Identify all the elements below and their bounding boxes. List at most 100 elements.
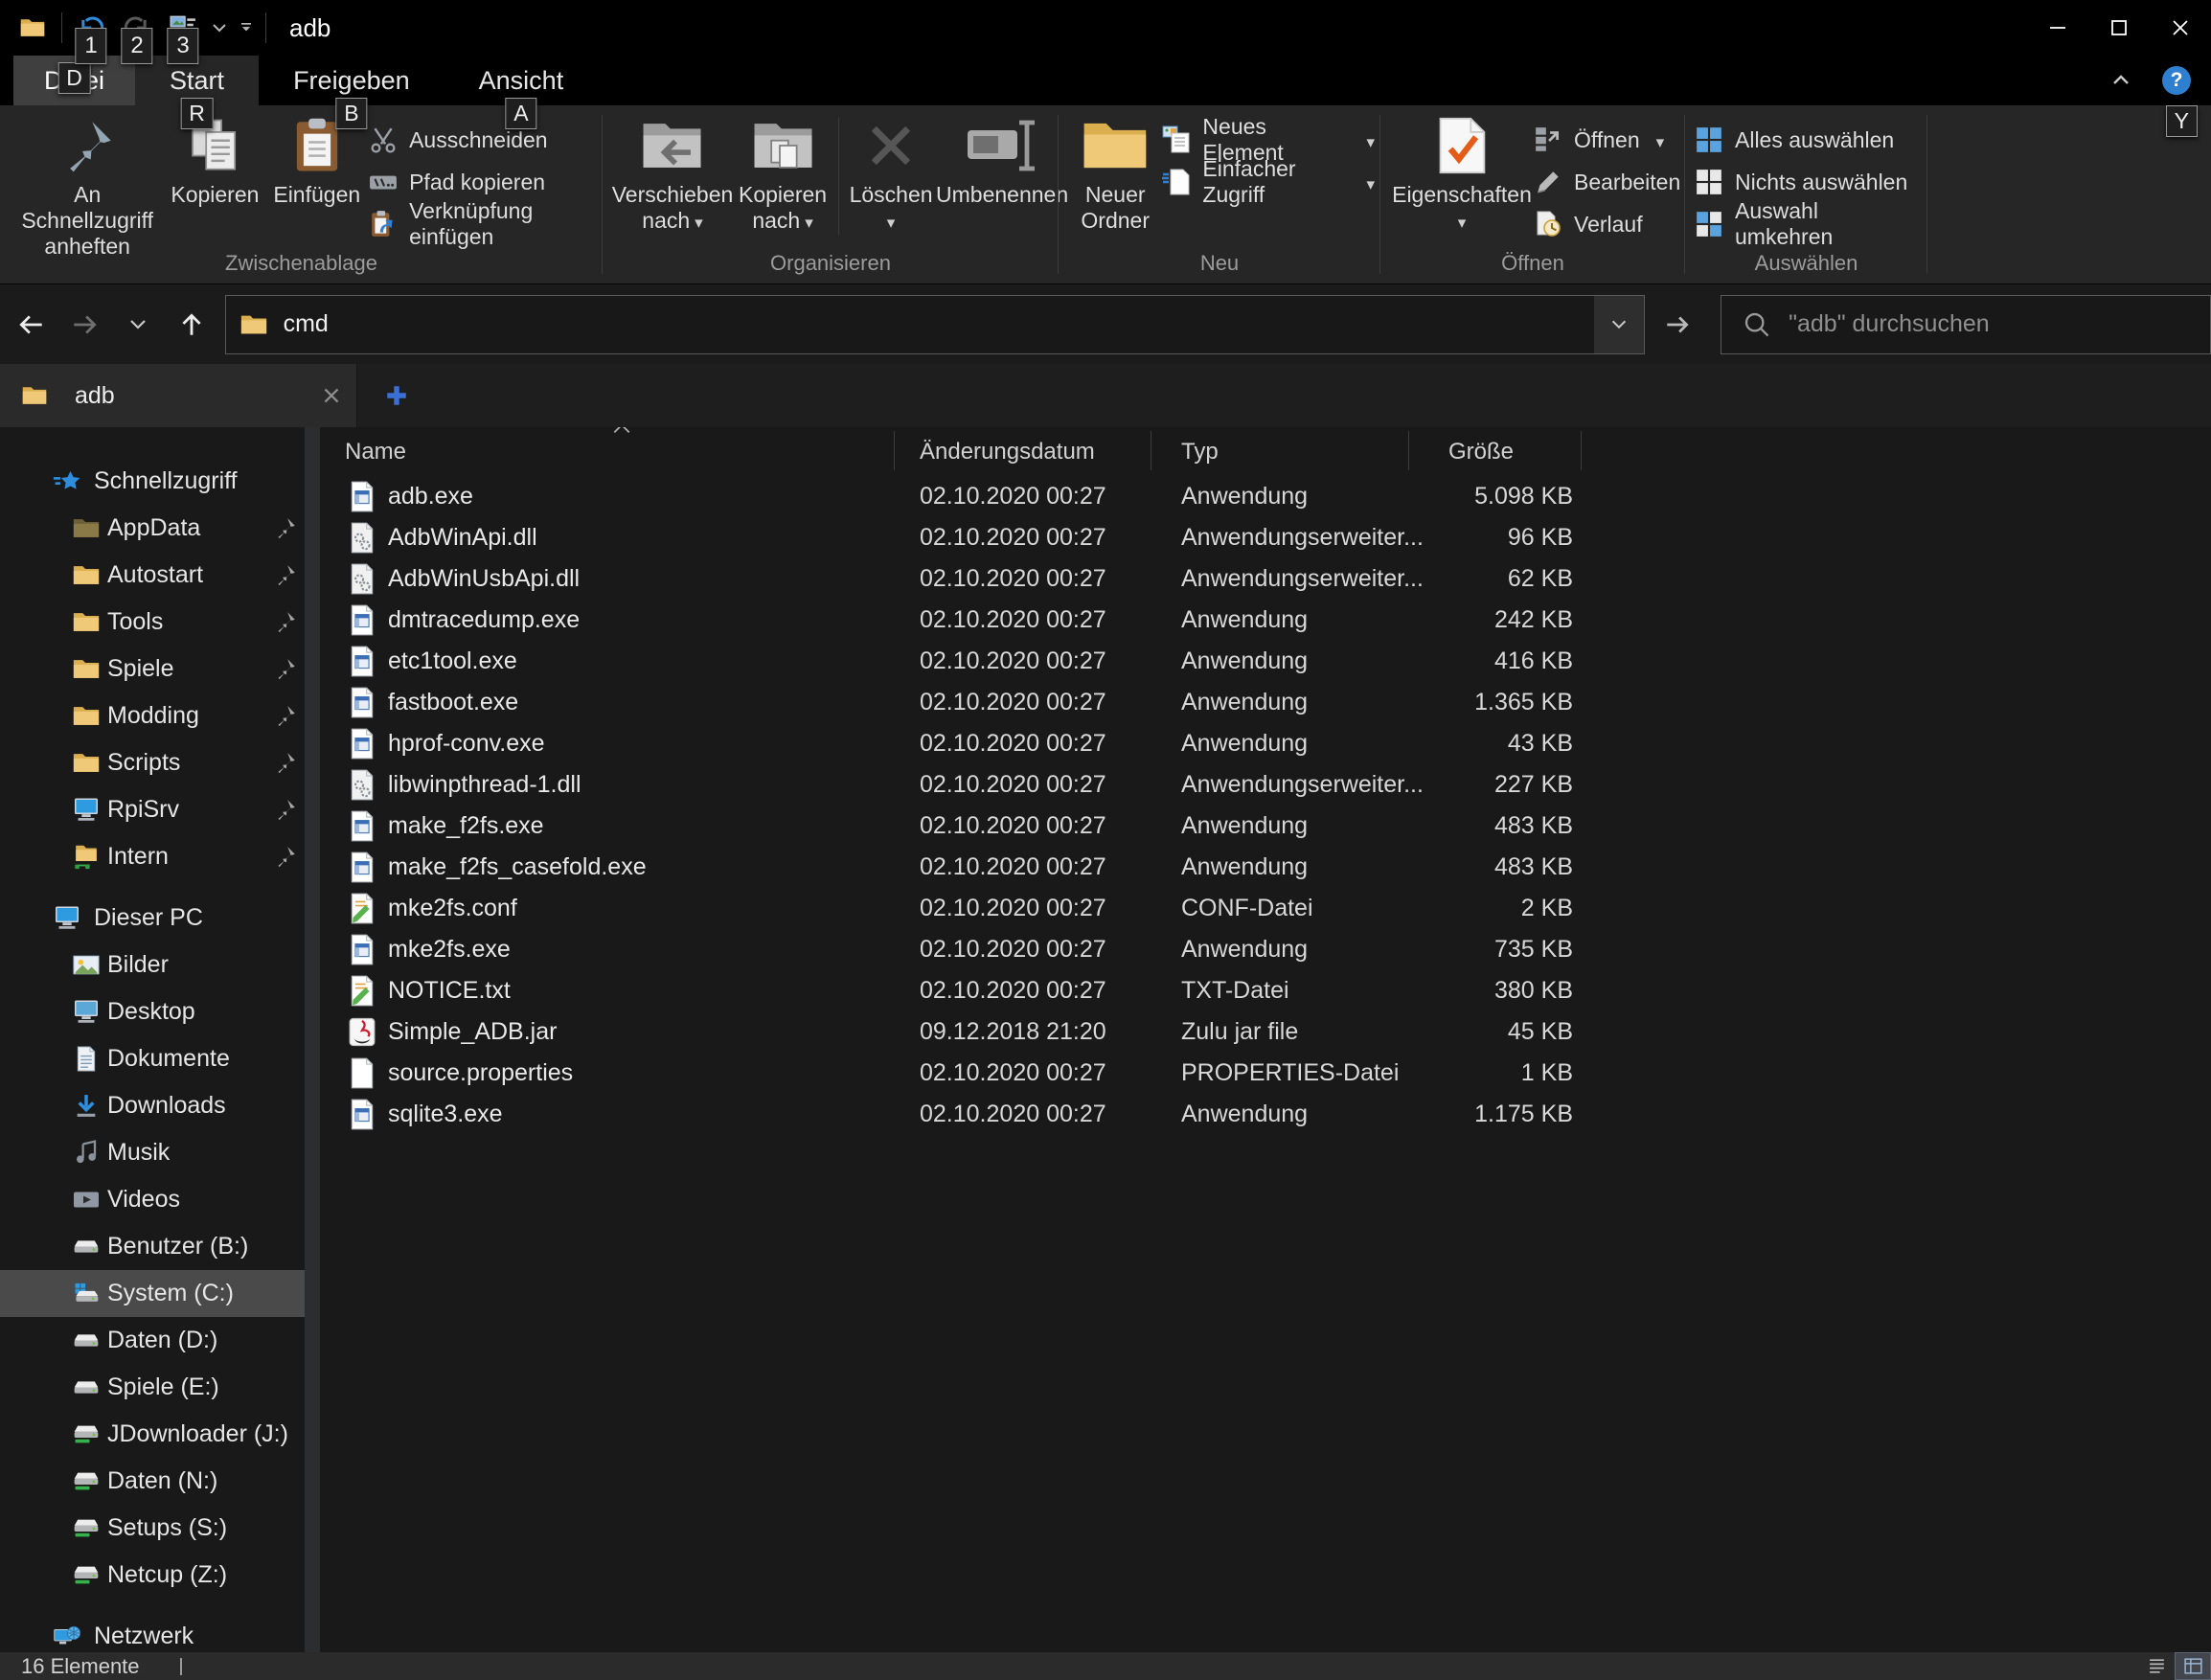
pin-to-quick-access-button[interactable]: An Schnellzugriff anheften	[10, 113, 165, 247]
sidebar-item-spiele-e[interactable]: Spiele (E:)	[0, 1364, 305, 1411]
file-size: 242 KB	[1364, 606, 1573, 634]
copy-path-button[interactable]: Pfad kopieren	[369, 163, 597, 201]
select-none-button[interactable]: Nichts auswählen	[1695, 163, 1922, 201]
minimize-button[interactable]	[2027, 0, 2088, 56]
invert-selection-button[interactable]: Auswahl umkehren	[1695, 205, 1922, 243]
sidebar-item-system-c[interactable]: System (C:)	[0, 1270, 305, 1317]
details-view-button[interactable]	[2175, 1652, 2211, 1680]
up-button[interactable]	[170, 303, 214, 347]
rename-button[interactable]: Umbenennen	[937, 113, 1067, 247]
close-tab-button[interactable]	[318, 382, 345, 409]
sidebar-item-tools[interactable]: Tools	[0, 599, 305, 646]
paste-button[interactable]: Einfügen	[264, 113, 369, 247]
sidebar-item-videos[interactable]: Videos	[0, 1176, 305, 1223]
sidebar-item-dieser-pc[interactable]: Dieser PC	[0, 895, 305, 942]
sidebar-item-rpisrv[interactable]: RpiSrv	[0, 786, 305, 833]
qat-customize-button[interactable]: 3	[166, 11, 200, 45]
file-icon	[349, 769, 376, 801]
sidebar-item-downloads[interactable]: Downloads	[0, 1082, 305, 1129]
sidebar-item-dokumente[interactable]: Dokumente	[0, 1035, 305, 1082]
delete-button[interactable]: Löschen	[845, 113, 937, 247]
select-all-button[interactable]: Alles auswählen	[1695, 121, 1922, 159]
forward-button[interactable]	[63, 303, 107, 347]
search-box[interactable]	[1721, 295, 2211, 354]
cut-button[interactable]: Ausschneiden	[369, 121, 597, 159]
undo-button[interactable]: 1	[74, 11, 108, 45]
column-separator[interactable]	[894, 431, 895, 470]
file-row-adbwinusbapi-dll[interactable]: AdbWinUsbApi.dll 02.10.2020 00:27 Anwend…	[320, 558, 2211, 600]
file-row-source-properties[interactable]: source.properties 02.10.2020 00:27 PROPE…	[320, 1053, 2211, 1094]
history-button[interactable]: Verlauf	[1534, 205, 1680, 243]
maximize-button[interactable]	[2088, 0, 2150, 56]
sidebar-item-schnellzugriff[interactable]: Schnellzugriff	[0, 458, 305, 505]
sidebar-item-bilder[interactable]: Bilder	[0, 942, 305, 988]
sidebar-item-desktop[interactable]: Desktop	[0, 988, 305, 1035]
edit-button[interactable]: Bearbeiten	[1534, 163, 1680, 201]
folder-tab-adb[interactable]: adb	[0, 364, 357, 427]
file-row-make-f2fs-casefold-exe[interactable]: make_f2fs_casefold.exe 02.10.2020 00:27 …	[320, 847, 2211, 888]
tab-freigeben[interactable]: Freigeben B	[259, 56, 444, 105]
close-button[interactable]	[2150, 0, 2211, 56]
file-row-dmtracedump-exe[interactable]: dmtracedump.exe 02.10.2020 00:27 Anwendu…	[320, 600, 2211, 641]
sidebar-item-intern[interactable]: Intern	[0, 833, 305, 880]
sidebar-item-label: Intern	[107, 843, 169, 871]
address-dropdown-button[interactable]	[1594, 296, 1644, 353]
go-to-button[interactable]	[1651, 298, 1706, 352]
file-row-libwinpthread-1-dll[interactable]: libwinpthread-1.dll 02.10.2020 00:27 Anw…	[320, 764, 2211, 806]
file-row-adbwinapi-dll[interactable]: AdbWinApi.dll 02.10.2020 00:27 Anwendung…	[320, 517, 2211, 558]
file-row-simple-adb-jar[interactable]: Simple_ADB.jar 09.12.2018 21:20 Zulu jar…	[320, 1011, 2211, 1053]
sidebar-item-autostart[interactable]: Autostart	[0, 552, 305, 599]
file-date: 02.10.2020 00:27	[920, 977, 1106, 1005]
file-row-mke2fs-conf[interactable]: mke2fs.conf 02.10.2020 00:27 CONF-Datei …	[320, 888, 2211, 929]
new-tab-button[interactable]	[380, 379, 413, 412]
sidebar-item-spiele[interactable]: Spiele	[0, 646, 305, 692]
move-to-button[interactable]: Verschieben nach	[612, 113, 733, 247]
file-row-mke2fs-exe[interactable]: mke2fs.exe 02.10.2020 00:27 Anwendung 73…	[320, 929, 2211, 970]
column-separator[interactable]	[1408, 431, 1409, 470]
sidebar-scrollbar[interactable]	[305, 427, 320, 1652]
qat-menu-icon[interactable]	[239, 23, 254, 33]
copy-button[interactable]: Kopieren	[165, 113, 264, 247]
back-button[interactable]	[10, 303, 54, 347]
paste-shortcut-button[interactable]: Verknüpfung einfügen	[369, 205, 597, 243]
sidebar-item-daten-n[interactable]: Daten (N:)	[0, 1458, 305, 1505]
file-row-adb-exe[interactable]: adb.exe 02.10.2020 00:27 Anwendung 5.098…	[320, 476, 2211, 517]
sidebar-item-jdownloader-j[interactable]: JDownloader (J:)	[0, 1411, 305, 1458]
tab-ansicht[interactable]: Ansicht A	[444, 56, 599, 105]
sidebar-item-musik[interactable]: Musik	[0, 1129, 305, 1176]
address-bar[interactable]: cmd	[225, 295, 1645, 354]
column-header-type[interactable]: Typ	[1181, 439, 1219, 465]
column-header-size[interactable]: Größe	[1448, 439, 1514, 465]
properties-button[interactable]: Eigenschaften	[1390, 113, 1534, 247]
search-input[interactable]	[1789, 310, 2210, 338]
sidebar-item-setups-s[interactable]: Setups (S:)	[0, 1505, 305, 1552]
new-item-button[interactable]: Neues Element	[1162, 121, 1375, 159]
sidebar-item-appdata[interactable]: AppData	[0, 505, 305, 552]
file-row-etc1tool-exe[interactable]: etc1tool.exe 02.10.2020 00:27 Anwendung …	[320, 641, 2211, 682]
sidebar-item-daten-d[interactable]: Daten (D:)	[0, 1317, 305, 1364]
new-folder-button[interactable]: Neuer Ordner	[1068, 113, 1162, 247]
recent-locations-button[interactable]	[116, 303, 160, 347]
copy-to-button[interactable]: Kopieren nach	[733, 113, 832, 247]
open-button[interactable]: Öffnen	[1534, 121, 1680, 159]
redo-button[interactable]: 2	[120, 11, 154, 45]
sidebar-item-label: System (C:)	[107, 1280, 234, 1307]
chevron-down-icon[interactable]	[212, 23, 227, 33]
file-row-notice-txt[interactable]: NOTICE.txt 02.10.2020 00:27 TXT-Datei 38…	[320, 970, 2211, 1011]
collapse-ribbon-button[interactable]	[2106, 65, 2136, 96]
file-row-hprof-conv-exe[interactable]: hprof-conv.exe 02.10.2020 00:27 Anwendun…	[320, 723, 2211, 764]
sidebar-item-netzwerk[interactable]: Netzwerk	[0, 1613, 305, 1652]
sidebar-item-netcup-z[interactable]: Netcup (Z:)	[0, 1552, 305, 1599]
column-header-name[interactable]: Name	[345, 439, 406, 465]
file-row-sqlite3-exe[interactable]: sqlite3.exe 02.10.2020 00:27 Anwendung 1…	[320, 1094, 2211, 1135]
large-icons-view-button[interactable]	[2138, 1652, 2175, 1680]
sidebar-item-scripts[interactable]: Scripts	[0, 739, 305, 786]
file-row-make-f2fs-exe[interactable]: make_f2fs.exe 02.10.2020 00:27 Anwendung…	[320, 806, 2211, 847]
easy-access-button[interactable]: Einfacher Zugriff	[1162, 163, 1375, 201]
sidebar-item-benutzer-b[interactable]: Benutzer (B:)	[0, 1223, 305, 1270]
file-row-fastboot-exe[interactable]: fastboot.exe 02.10.2020 00:27 Anwendung …	[320, 682, 2211, 723]
sidebar-item-modding[interactable]: Modding	[0, 692, 305, 739]
help-button[interactable]: Y	[2161, 65, 2192, 96]
column-separator[interactable]	[1581, 431, 1582, 470]
column-header-date[interactable]: Änderungsdatum	[920, 439, 1095, 465]
